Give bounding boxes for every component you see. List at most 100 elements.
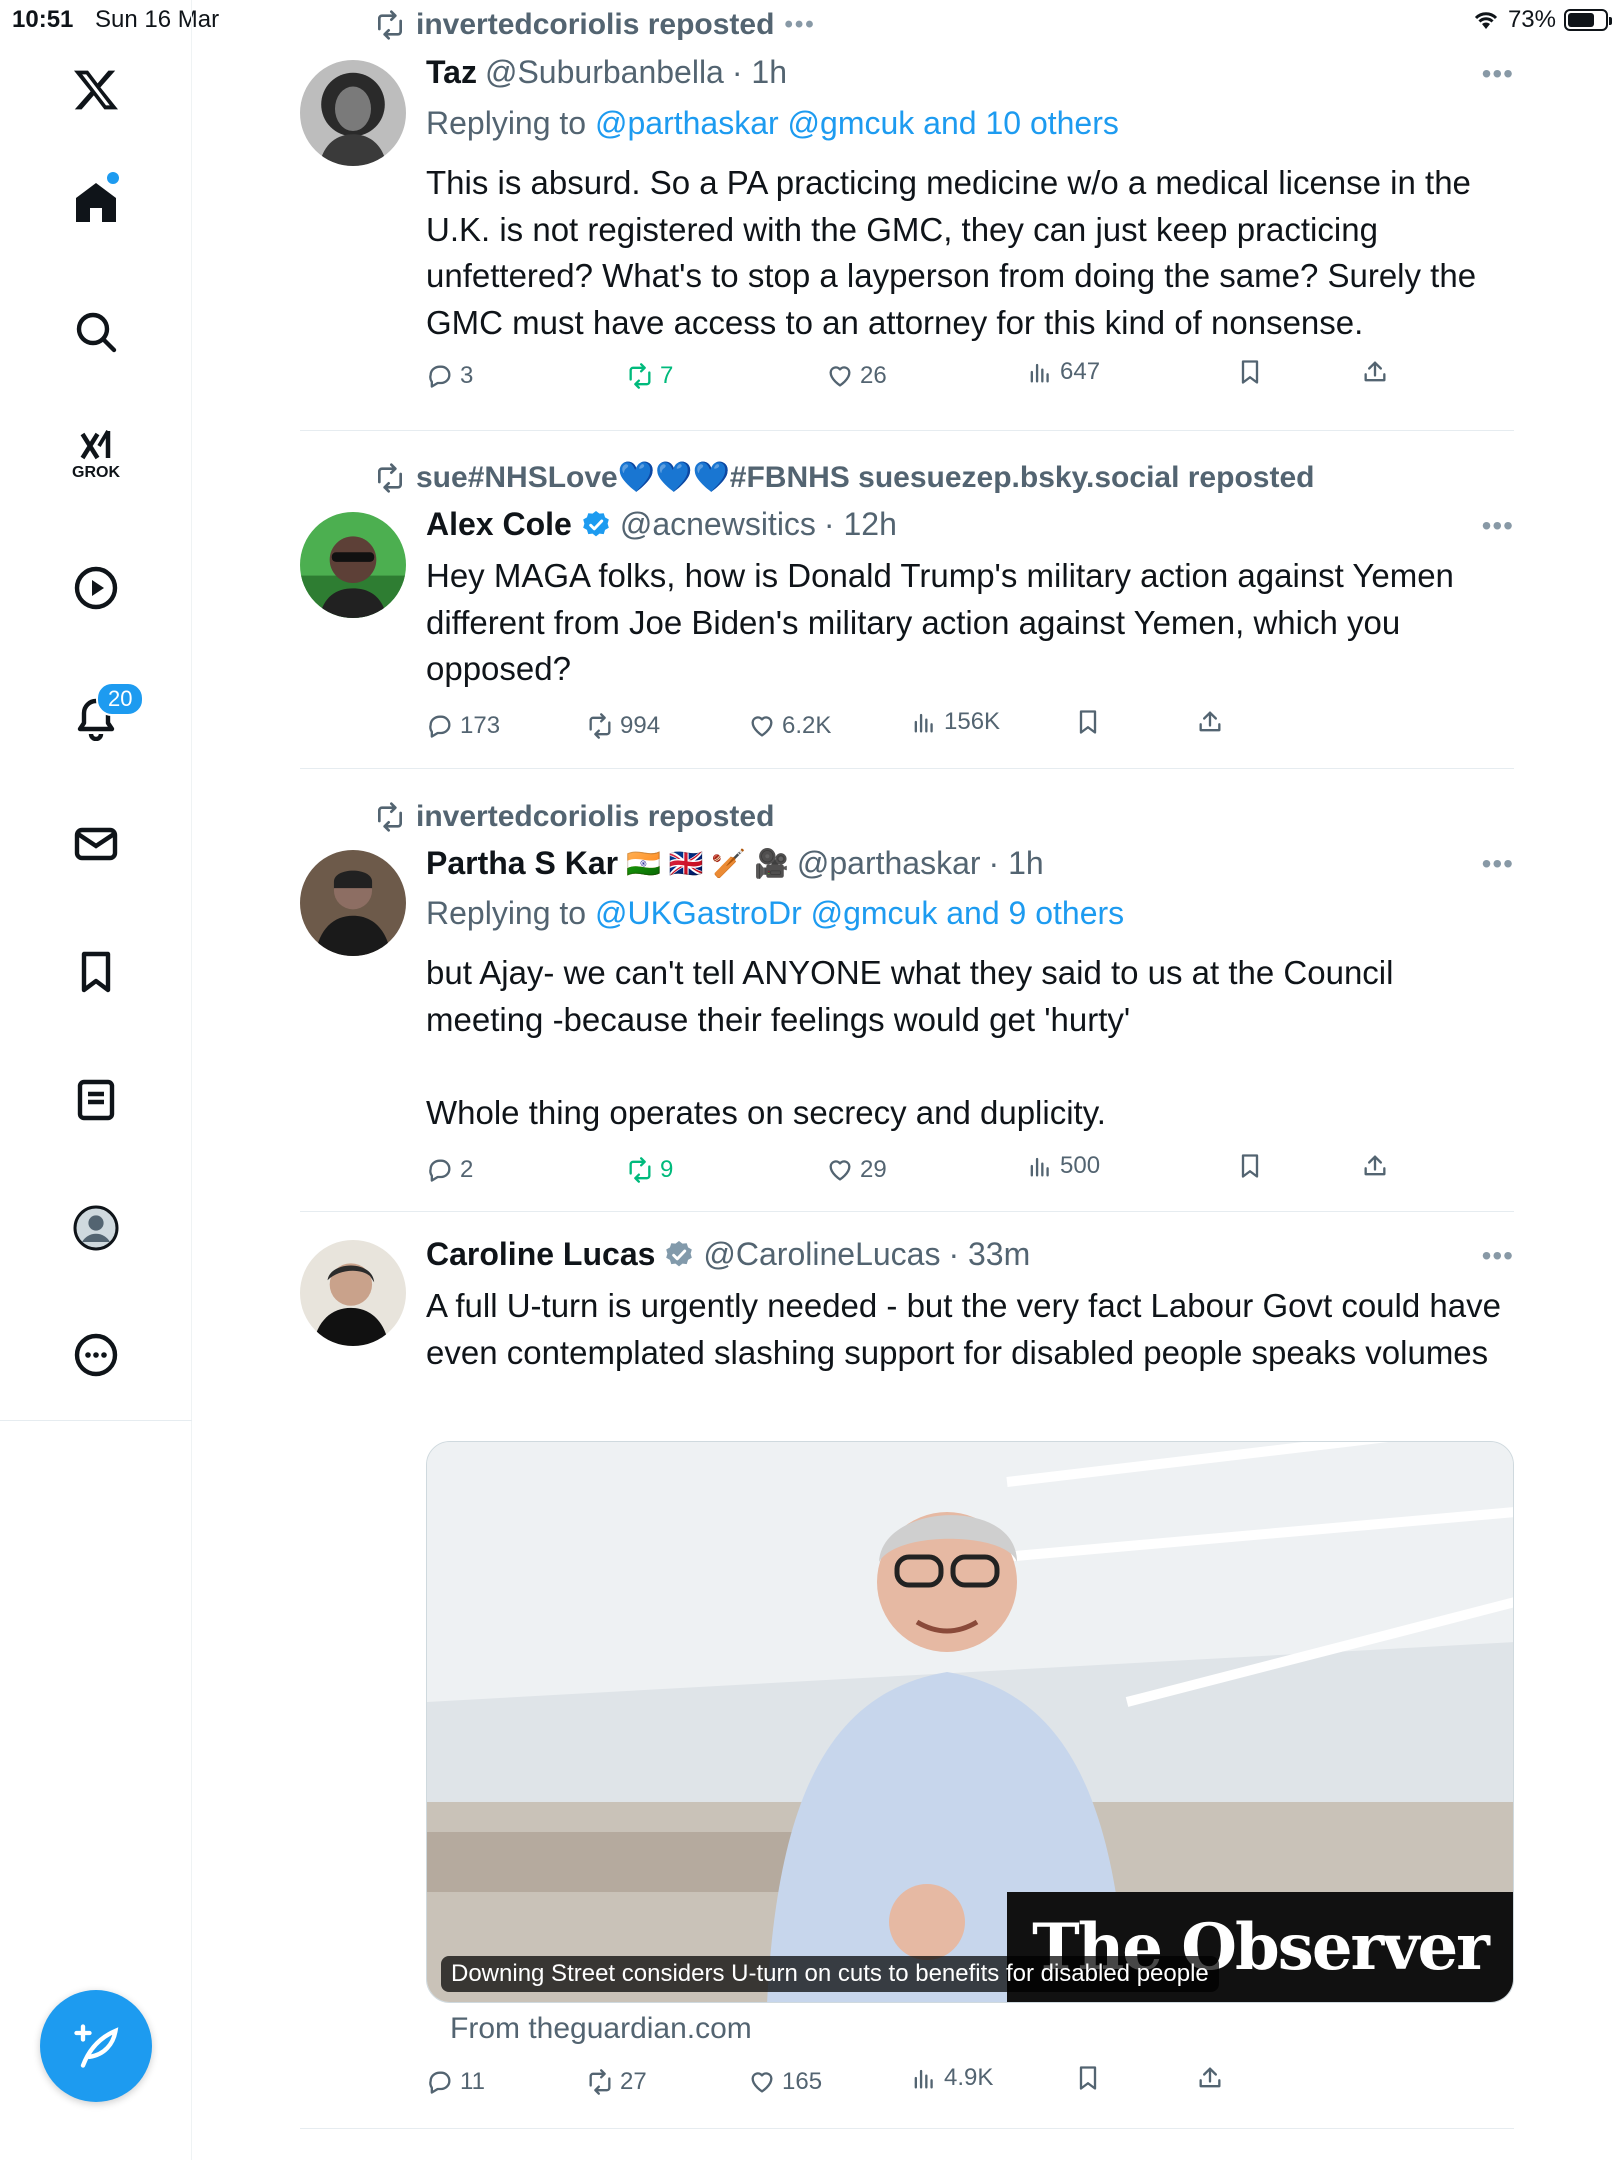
repost-label: invertedcoriolis reposted bbox=[416, 800, 775, 833]
reply-button[interactable]: 173 bbox=[426, 712, 500, 740]
reply-mentions-link[interactable]: @parthaskar @gmcuk and 10 others bbox=[595, 105, 1119, 141]
reply-icon bbox=[429, 715, 451, 738]
more-icon[interactable] bbox=[61, 1320, 131, 1390]
bookmark-icon bbox=[1079, 710, 1097, 734]
repost-icon bbox=[589, 713, 611, 739]
views-chart-icon bbox=[1030, 1157, 1049, 1177]
bookmark-icon bbox=[1241, 1154, 1259, 1178]
home-icon[interactable] bbox=[61, 167, 131, 237]
avatar[interactable] bbox=[300, 850, 406, 956]
reply-button[interactable]: 2 bbox=[426, 1156, 473, 1184]
bookmarks-icon[interactable] bbox=[61, 937, 131, 1007]
more-options-icon[interactable]: ••• bbox=[1482, 1240, 1514, 1272]
views-chart-icon bbox=[1030, 363, 1049, 383]
author-handle[interactable]: @Suburbanbella bbox=[485, 54, 724, 91]
bookmark-button[interactable] bbox=[1236, 358, 1264, 386]
bookmark-button[interactable] bbox=[1074, 708, 1102, 736]
reply-button[interactable]: 11 bbox=[426, 2068, 485, 2096]
views-button[interactable]: 647 bbox=[1026, 358, 1100, 386]
views-button[interactable]: 156K bbox=[910, 708, 1000, 736]
tweet-actions: 11 27 165 4.9K bbox=[426, 2064, 1426, 2108]
bookmark-button[interactable] bbox=[1236, 1152, 1264, 1180]
views-count: 647 bbox=[1060, 358, 1101, 385]
share-button[interactable] bbox=[1361, 1152, 1389, 1180]
search-icon[interactable] bbox=[61, 297, 131, 367]
repost-icon bbox=[629, 1157, 651, 1183]
repost-indicator: invertedcoriolis reposted bbox=[374, 800, 774, 834]
tweet-text: Hey MAGA folks, how is Donald Trump's mi… bbox=[426, 557, 1464, 687]
battery-icon bbox=[1564, 9, 1612, 31]
battery-percent: 73% bbox=[1507, 6, 1556, 33]
reply-prefix: Replying to bbox=[426, 105, 595, 141]
like-button[interactable]: 29 bbox=[826, 1156, 887, 1184]
avatar[interactable] bbox=[300, 512, 406, 618]
repost-indicator: sue#NHSLove💙💙💙#FBNHS suesuezep.bsky.soci… bbox=[374, 460, 1314, 495]
views-chart-icon bbox=[914, 2069, 933, 2089]
author-name[interactable]: Partha S Kar bbox=[426, 845, 618, 882]
compose-button[interactable] bbox=[40, 1990, 152, 2102]
share-button[interactable] bbox=[1196, 2064, 1224, 2092]
reply-mentions-link[interactable]: @UKGastroDr @gmcuk and 9 others bbox=[595, 895, 1124, 931]
tweet-time[interactable]: · 1h bbox=[989, 845, 1044, 882]
avatar[interactable] bbox=[300, 1240, 406, 1346]
repost-icon bbox=[378, 802, 402, 832]
lists-icon[interactable] bbox=[61, 1065, 131, 1135]
messages-envelope-icon[interactable] bbox=[61, 809, 131, 879]
tweet-header: Partha S Kar 🇮🇳 🇬🇧 🏏 🎥 @parthaskar · 1h bbox=[426, 845, 1044, 882]
like-button[interactable]: 6.2K bbox=[748, 712, 831, 740]
tweet-header: Caroline Lucas @CarolineLucas · 33m bbox=[426, 1236, 1030, 1273]
author-name[interactable]: Alex Cole bbox=[426, 506, 572, 543]
like-button[interactable]: 26 bbox=[826, 362, 887, 390]
share-button[interactable] bbox=[1196, 708, 1224, 736]
reply-count: 11 bbox=[460, 2068, 485, 2095]
share-icon bbox=[1364, 361, 1386, 382]
repost-button[interactable]: 9 bbox=[626, 1156, 673, 1184]
author-handle[interactable]: @CarolineLucas bbox=[703, 1236, 940, 1273]
video-play-icon[interactable] bbox=[61, 553, 131, 623]
views-count: 4.9K bbox=[944, 2064, 994, 2091]
reply-context: Replying to @UKGastroDr @gmcuk and 9 oth… bbox=[426, 895, 1124, 932]
more-options-icon[interactable]: ••• bbox=[1482, 58, 1514, 90]
more-options-icon[interactable]: ••• bbox=[1482, 848, 1514, 880]
views-button[interactable]: 4.9K bbox=[910, 2064, 993, 2092]
author-handle[interactable]: @acnewsitics bbox=[620, 506, 816, 543]
wifi-icon bbox=[1474, 12, 1498, 29]
reply-icon bbox=[429, 1159, 451, 1182]
author-name[interactable]: Caroline Lucas bbox=[426, 1236, 655, 1273]
status-right: 73% bbox=[1472, 6, 1612, 34]
views-button[interactable]: 500 bbox=[1026, 1152, 1100, 1180]
heart-icon bbox=[829, 1160, 851, 1181]
tweet-divider bbox=[300, 2128, 1514, 2129]
repost-button[interactable]: 27 bbox=[586, 2068, 647, 2096]
grok-icon[interactable]: GROK bbox=[61, 420, 131, 490]
repost-button[interactable]: 994 bbox=[586, 712, 660, 740]
bookmark-icon bbox=[1079, 2066, 1097, 2090]
tweet-time[interactable]: · 12h bbox=[824, 506, 897, 543]
repost-label: invertedcoriolis reposted bbox=[416, 8, 775, 41]
reply-prefix: Replying to bbox=[426, 895, 595, 931]
avatar[interactable] bbox=[300, 60, 406, 166]
author-handle[interactable]: @parthaskar bbox=[797, 845, 981, 882]
tweet-time[interactable]: · 33m bbox=[948, 1236, 1030, 1273]
bookmark-button[interactable] bbox=[1074, 2064, 1102, 2092]
x-logo-icon[interactable] bbox=[61, 55, 131, 125]
reply-icon bbox=[429, 2071, 451, 2094]
verified-badge-icon bbox=[666, 1240, 693, 1266]
heart-icon bbox=[829, 366, 851, 387]
author-name[interactable]: Taz bbox=[426, 54, 477, 91]
reply-count: 173 bbox=[460, 712, 501, 739]
heart-icon bbox=[751, 2072, 773, 2093]
link-preview-card[interactable]: The Observer Downing Street considers U-… bbox=[426, 1441, 1514, 2003]
like-count: 26 bbox=[860, 362, 887, 389]
like-button[interactable]: 165 bbox=[748, 2068, 822, 2096]
reply-button[interactable]: 3 bbox=[426, 362, 473, 390]
repost-button[interactable]: 7 bbox=[626, 362, 673, 390]
tweet-actions: 173 994 6.2K 156K bbox=[426, 708, 1426, 752]
tweet-time[interactable]: · 1h bbox=[732, 54, 787, 91]
author-name-emoji: 🇮🇳 🇬🇧 🏏 🎥 bbox=[626, 848, 789, 879]
views-count: 500 bbox=[1060, 1152, 1101, 1179]
card-source[interactable]: From theguardian.com bbox=[450, 2012, 752, 2046]
profile-icon[interactable] bbox=[61, 1193, 131, 1263]
more-options-icon[interactable]: ••• bbox=[1482, 510, 1514, 542]
share-button[interactable] bbox=[1361, 358, 1389, 386]
